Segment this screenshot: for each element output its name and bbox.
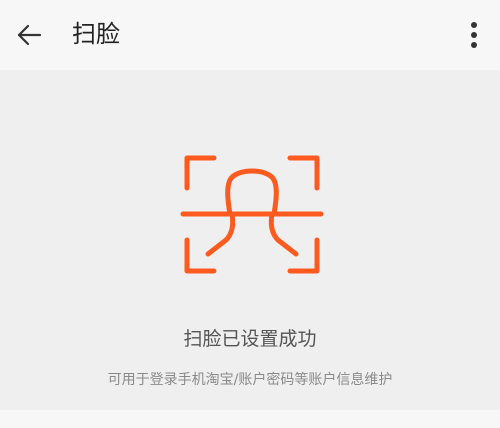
back-button[interactable]	[10, 16, 48, 54]
page-title: 扫脸	[72, 20, 120, 48]
arrow-left-icon	[17, 24, 42, 46]
face-scan-icon	[178, 148, 326, 280]
status-title: 扫脸已设置成功	[183, 328, 317, 350]
more-vertical-icon	[471, 22, 477, 48]
more-options-button[interactable]	[458, 16, 490, 54]
app-bar: 扫脸	[0, 0, 500, 70]
bottom-strip	[0, 410, 500, 428]
status-description: 可用于登录手机淘宝/账户密码等账户信息维护	[107, 372, 393, 388]
